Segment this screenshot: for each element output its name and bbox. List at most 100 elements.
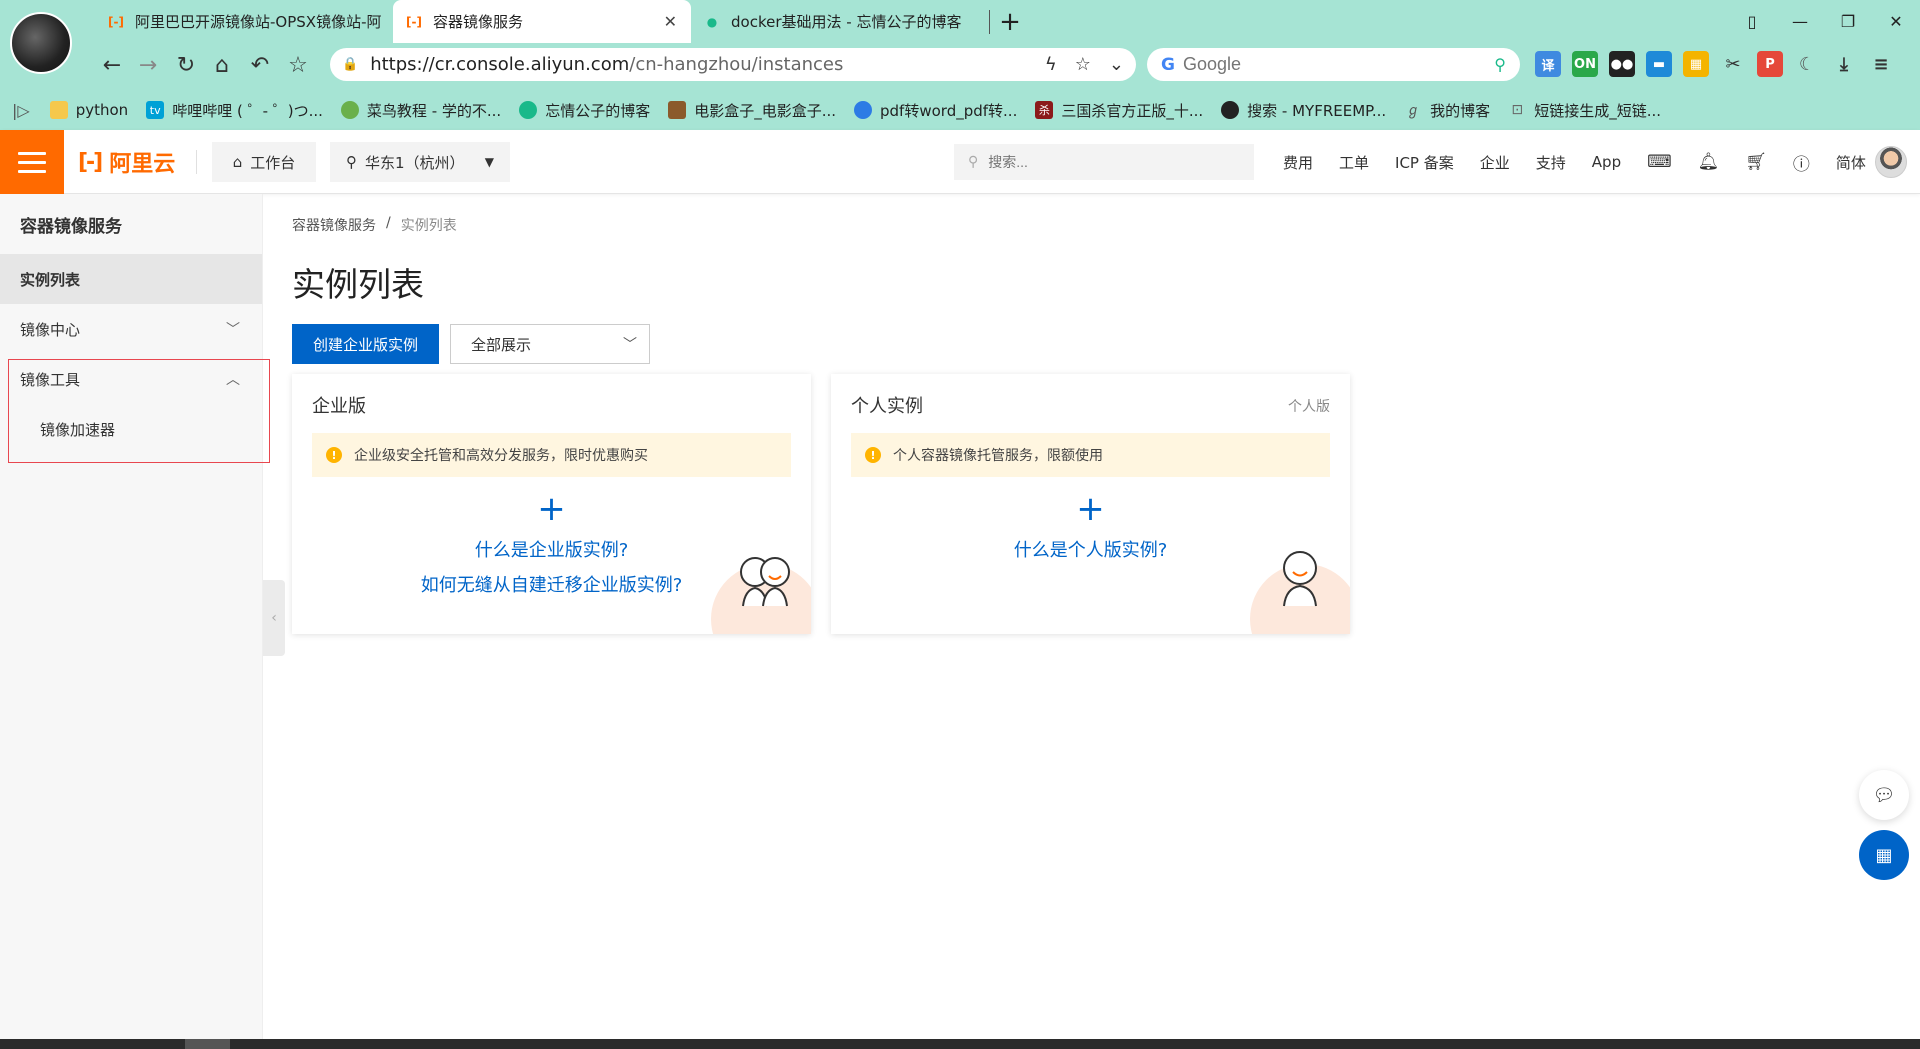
card-notice: ! 个人容器镜像托管服务，限额使用 bbox=[851, 433, 1330, 477]
search-icon: ⚲ bbox=[968, 154, 979, 170]
google-search-input[interactable] bbox=[1182, 54, 1495, 75]
minimize-button[interactable]: — bbox=[1776, 0, 1824, 43]
terminal-icon[interactable]: ⌨ bbox=[1647, 152, 1672, 172]
on-toggle-icon[interactable]: ON bbox=[1572, 51, 1598, 77]
create-enterprise-instance-button[interactable]: 创建企业版实例 bbox=[292, 324, 439, 364]
card-tag: 个人版 bbox=[1288, 399, 1330, 415]
scissors-icon[interactable]: ✂ bbox=[1720, 51, 1746, 77]
region-selector[interactable]: ⚲ 华东1（杭州） ▼ bbox=[330, 142, 510, 182]
breadcrumb-current: 实例列表 bbox=[400, 218, 457, 234]
tampermonkey-icon[interactable]: ●● bbox=[1609, 51, 1635, 77]
language-switch[interactable]: 简体 bbox=[1836, 152, 1866, 173]
forward-icon[interactable]: → bbox=[134, 51, 162, 79]
reload-icon[interactable]: ↻ bbox=[172, 51, 200, 79]
back-icon[interactable]: ← bbox=[98, 51, 126, 79]
menu-button[interactable] bbox=[0, 130, 64, 194]
sidebar-collapse-handle[interactable]: ‹ bbox=[263, 580, 285, 656]
instance-filter-select[interactable]: 全部展示 ﹀ bbox=[450, 324, 650, 364]
cart-icon[interactable]: 🛒︎ bbox=[1745, 152, 1767, 172]
divider bbox=[196, 150, 197, 174]
plus-icon[interactable]: + bbox=[831, 492, 1350, 526]
aliyun-icon: [-] bbox=[406, 14, 422, 29]
bookmark-star-icon[interactable]: ☆ bbox=[284, 51, 312, 79]
home-icon[interactable]: ⌂ bbox=[208, 51, 236, 79]
sidebar: 容器镜像服务 实例列表 镜像中心 ﹀ 镜像工具 ︿ 镜像加速器 bbox=[0, 194, 270, 1039]
horizontal-scrollbar[interactable] bbox=[0, 1039, 1920, 1049]
tab-opsx-mirror[interactable]: [-] 阿里巴巴开源镜像站-OPSX镜像站-阿 bbox=[95, 0, 393, 43]
link-icon: ⊡ bbox=[1511, 102, 1524, 118]
close-window-button[interactable]: ✕ bbox=[1872, 0, 1920, 43]
what-is-enterprise-link[interactable]: 什么是企业版实例? bbox=[292, 536, 811, 562]
menu-icon[interactable]: ≡ bbox=[1868, 51, 1894, 77]
header-link-icp[interactable]: ICP 备案 bbox=[1395, 152, 1454, 173]
header-link-app[interactable]: App bbox=[1592, 153, 1621, 171]
apps-grid-icon[interactable]: ▦ bbox=[1683, 51, 1709, 77]
bookmark-item[interactable]: 忘情公子的博客 bbox=[519, 100, 650, 121]
sidebar-item-label: 实例列表 bbox=[20, 270, 81, 289]
folder-icon bbox=[49, 101, 68, 119]
google-search-box[interactable]: G ⚲ bbox=[1147, 48, 1520, 81]
bookmark-item[interactable]: tv 哔哩哔哩 ( ゜- ゜)つ... bbox=[146, 100, 323, 121]
bookmark-item[interactable]: 杀三国杀官方正版_十... bbox=[1035, 100, 1203, 121]
split-icon[interactable]: ▯ bbox=[1728, 0, 1776, 43]
translate-icon[interactable]: 译 bbox=[1535, 51, 1561, 77]
bookmark-item[interactable]: 电影盒子_电影盒子... bbox=[668, 100, 836, 121]
breadcrumb-separator: / bbox=[386, 215, 391, 231]
sidebar-toggle-icon[interactable]: |▷ bbox=[12, 101, 30, 120]
tab-container-registry[interactable]: [-] 容器镜像服务 ✕ bbox=[393, 0, 691, 43]
navigation-bar: ← → ↻ ⌂ ↶ ☆ 🔒 https://cr.console.aliyun.… bbox=[0, 43, 1920, 86]
search-icon[interactable]: ⚲ bbox=[1494, 55, 1506, 74]
bookmark-item[interactable]: ⊡ 短链接生成_短链... bbox=[1508, 100, 1661, 121]
apps-grid-icon[interactable]: ▦ bbox=[1859, 830, 1909, 880]
card-title: 企业版 bbox=[312, 396, 366, 417]
user-avatar[interactable] bbox=[1875, 146, 1907, 178]
moon-icon[interactable]: ☾ bbox=[1794, 51, 1820, 77]
enterprise-instance-card: 企业版 ! 企业级安全托管和高效分发服务，限时优惠购买 + 什么是企业版实例? … bbox=[292, 374, 811, 634]
pdf-icon[interactable]: P bbox=[1757, 51, 1783, 77]
restore-button[interactable]: ❐ bbox=[1824, 0, 1872, 43]
sidebar-item-image-center[interactable]: 镜像中心 ﹀ bbox=[0, 304, 262, 354]
scrollbar-thumb[interactable] bbox=[185, 1039, 230, 1049]
bookmark-item[interactable]: pdf转word_pdf转... bbox=[854, 100, 1017, 121]
address-bar[interactable]: 🔒 https://cr.console.aliyun.com/cn-hangz… bbox=[330, 48, 1136, 81]
bookmark-item[interactable]: 菜鸟教程 - 学的不... bbox=[340, 100, 501, 121]
chevron-down-icon[interactable]: ⌄ bbox=[1109, 54, 1124, 75]
google-icon: G bbox=[1161, 54, 1175, 75]
star-icon[interactable]: ☆ bbox=[1075, 54, 1091, 75]
url-text[interactable]: https://cr.console.aliyun.com/cn-hangzho… bbox=[370, 54, 1045, 75]
breadcrumb-item[interactable]: 容器镜像服务 bbox=[292, 215, 376, 235]
bookmarks-bar: |▷ python tv 哔哩哔哩 ( ゜- ゜)つ... 菜鸟教程 - 学的不.… bbox=[0, 90, 1920, 130]
window-controls: ▯ — ❐ ✕ bbox=[1728, 0, 1920, 43]
help-icon[interactable]: ⓘ bbox=[1793, 150, 1810, 175]
undo-icon[interactable]: ↶ bbox=[246, 51, 274, 79]
header-link-enterprise[interactable]: 企业 bbox=[1480, 152, 1510, 173]
warning-icon: ! bbox=[865, 447, 881, 463]
music-icon bbox=[1221, 101, 1240, 119]
bookmark-item[interactable]: 搜索 - MYFREEMP... bbox=[1221, 100, 1386, 121]
chevron-down-icon: ﹀ bbox=[226, 322, 240, 338]
tab-docker-blog[interactable]: ● docker基础用法 - 忘情公子的博客 bbox=[691, 0, 989, 43]
chat-icon[interactable]: 💬︎ bbox=[1859, 770, 1909, 820]
download-icon[interactable]: ⤓ bbox=[1831, 51, 1857, 77]
header-link-support[interactable]: 支持 bbox=[1536, 152, 1566, 173]
tab-title: 阿里巴巴开源镜像站-OPSX镜像站-阿 bbox=[135, 13, 381, 31]
bookmark-item[interactable]: python bbox=[49, 101, 128, 119]
close-icon[interactable]: ✕ bbox=[664, 12, 677, 31]
console-search-box[interactable]: ⚲ bbox=[954, 144, 1254, 180]
plus-icon[interactable]: + bbox=[292, 492, 811, 526]
highlight-box bbox=[8, 359, 270, 463]
sidebar-item-instances[interactable]: 实例列表 bbox=[0, 254, 262, 304]
extension-toolbar: 译 ON ●● ▬ ▦ ✂ P ☾ ⤓ ≡ bbox=[1535, 51, 1894, 77]
aliyun-logo[interactable]: [-] 阿里云 bbox=[78, 148, 175, 178]
header-link-tickets[interactable]: 工单 bbox=[1339, 152, 1369, 173]
bell-icon[interactable]: 🔔︎ bbox=[1698, 152, 1720, 172]
what-is-personal-link[interactable]: 什么是个人版实例? bbox=[831, 536, 1350, 562]
header-link-billing[interactable]: 费用 bbox=[1283, 152, 1313, 173]
workbench-button[interactable]: ⌂ 工作台 bbox=[212, 142, 316, 182]
aliyun-icon: [-] bbox=[78, 149, 103, 175]
cloud-icon[interactable]: ▬ bbox=[1646, 51, 1672, 77]
new-tab-button[interactable]: + bbox=[990, 0, 1030, 43]
console-search-input[interactable] bbox=[988, 154, 1170, 170]
bookmark-item[interactable]: ℊ 我的博客 bbox=[1404, 100, 1490, 121]
lightning-icon[interactable]: ϟ bbox=[1045, 54, 1057, 75]
